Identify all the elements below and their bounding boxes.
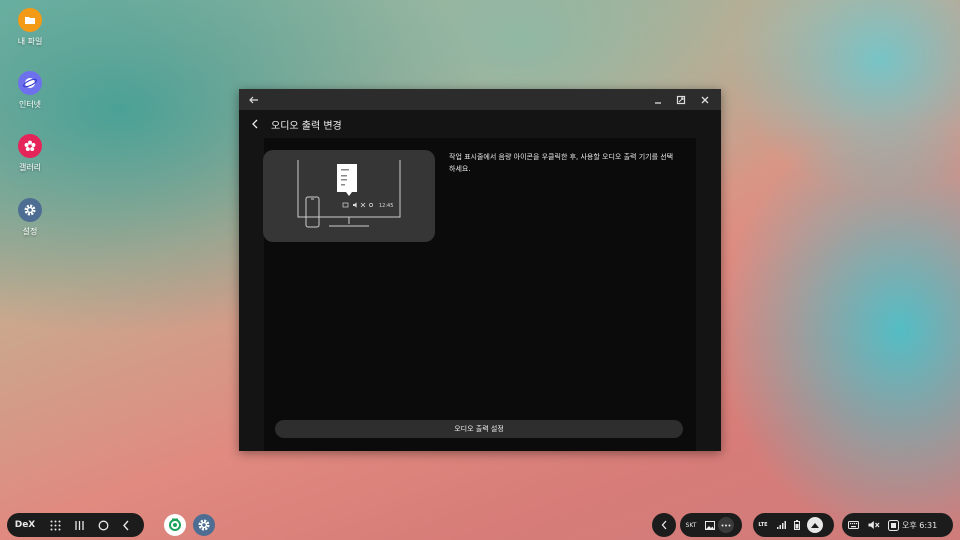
settings-icon bbox=[198, 519, 210, 531]
screen-capture-button[interactable] bbox=[884, 519, 902, 531]
caret-up-icon bbox=[811, 522, 819, 528]
window-titlebar[interactable] bbox=[239, 89, 721, 110]
keyboard-button[interactable] bbox=[842, 521, 864, 529]
window-minimize-button[interactable] bbox=[648, 89, 668, 110]
battery-icon bbox=[789, 520, 805, 530]
desktop-icon-label: 인터넷 bbox=[18, 100, 42, 109]
carrier-label: SKT bbox=[685, 521, 697, 529]
app-header: 오디오 출력 변경 bbox=[239, 110, 721, 138]
maximize-icon bbox=[676, 95, 686, 104]
back-button[interactable] bbox=[115, 520, 137, 531]
volume-mute-icon bbox=[868, 521, 880, 529]
gallery-icon bbox=[18, 134, 42, 158]
desktop-icon-label: 갤러리 bbox=[18, 163, 42, 172]
settings-window: 오디오 출력 변경 12:45 작업 표시줄에서 음량 아이콘을 우클릭한 후,… bbox=[239, 89, 721, 451]
screen-capture-icon bbox=[887, 519, 899, 531]
lte-icon: LTE bbox=[758, 522, 768, 528]
notification-collapse-button[interactable] bbox=[652, 513, 676, 537]
dex-button[interactable]: DeX bbox=[7, 520, 43, 530]
taskbar-app-settings[interactable] bbox=[193, 514, 215, 536]
page-back-button[interactable] bbox=[239, 119, 271, 129]
chevron-left-icon bbox=[252, 119, 258, 129]
desktop-icon-my-files[interactable]: 내 파일 bbox=[6, 8, 54, 47]
monitor-illustration: 12:45 bbox=[297, 160, 401, 228]
desktop-icon-label: 내 파일 bbox=[17, 37, 43, 46]
desktop-icon-label: 설정 bbox=[22, 227, 38, 236]
illustration-clock: 12:45 bbox=[379, 203, 393, 209]
audio-output-settings-button[interactable]: 오디오 출력 설정 bbox=[275, 420, 683, 438]
settings-icon bbox=[18, 198, 42, 222]
left-gutter bbox=[239, 138, 264, 451]
page-title: 오디오 출력 변경 bbox=[271, 120, 342, 132]
expand-quick-panel-button[interactable] bbox=[807, 517, 823, 533]
window-maximize-button[interactable] bbox=[671, 89, 691, 110]
illustration-card: 12:45 bbox=[263, 150, 435, 242]
more-notifications-icon[interactable] bbox=[718, 517, 734, 533]
recent-apps-icon bbox=[74, 520, 84, 530]
close-icon bbox=[701, 96, 709, 103]
back-arrow-icon bbox=[249, 96, 258, 103]
notification-area[interactable]: SKT bbox=[680, 513, 742, 537]
dex-nav-bar: DeX bbox=[7, 513, 144, 537]
status-area[interactable]: LTE bbox=[753, 513, 834, 537]
home-button[interactable] bbox=[91, 520, 115, 531]
system-tray: 오후 6:31 bbox=[842, 513, 953, 537]
desktop-icon-internet[interactable]: 인터넷 bbox=[6, 71, 54, 110]
apps-grid-button[interactable] bbox=[43, 520, 67, 531]
clock[interactable]: 오후 6:31 bbox=[902, 520, 950, 531]
window-back-button[interactable] bbox=[244, 89, 264, 110]
recorder-icon bbox=[169, 518, 181, 531]
right-gutter bbox=[696, 138, 721, 451]
window-close-button[interactable] bbox=[695, 89, 715, 110]
taskbar-app-screen-recorder[interactable] bbox=[164, 514, 186, 536]
keyboard-icon bbox=[847, 521, 859, 529]
chevron-left-icon bbox=[661, 520, 666, 530]
volume-button[interactable] bbox=[864, 520, 884, 530]
recent-apps-button[interactable] bbox=[67, 520, 91, 531]
folder-icon bbox=[18, 8, 42, 32]
instruction-text: 작업 표시줄에서 음량 아이콘을 우클릭한 후, 사용할 오디오 출력 기기를 … bbox=[449, 153, 674, 173]
home-circle-icon bbox=[98, 520, 108, 530]
image-notification-icon[interactable] bbox=[702, 520, 718, 530]
desktop-icon-gallery[interactable]: 갤러리 bbox=[6, 134, 54, 173]
minimize-icon bbox=[655, 101, 661, 104]
desktop-icon-settings[interactable]: 설정 bbox=[6, 198, 54, 237]
back-chevron-icon bbox=[123, 520, 129, 530]
apps-grid-icon bbox=[50, 520, 60, 530]
signal-icon bbox=[773, 521, 789, 529]
internet-icon bbox=[18, 71, 42, 95]
